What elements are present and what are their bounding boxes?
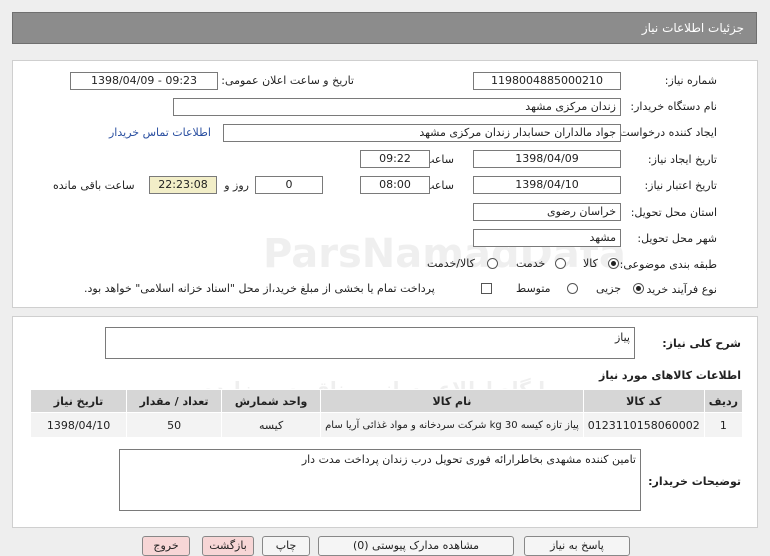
buyer-contact-link[interactable]: اطلاعات تماس خریدار: [109, 126, 211, 139]
need-info-panel: ParsNamadData شماره نیاز: 11980048850002…: [12, 60, 758, 308]
cell-item-code: 0123110158060002: [582, 412, 705, 438]
buyer-notes-field: تامین کننده مشهدی بخاطرارائه فوری تحویل …: [119, 449, 641, 511]
category-option-goods-service: کالا/خدمت: [427, 257, 475, 270]
items-table: ردیف کد کالا نام کالا واحد شمارش تعداد /…: [29, 389, 744, 438]
buyer-notes-label: توضیحات خریدار:: [648, 475, 741, 488]
process-option-medium: متوسط: [516, 282, 551, 295]
category-label: طبقه بندی موضوعی:: [619, 258, 717, 271]
treasury-note: پرداخت تمام یا بخشی از مبلغ خرید،از محل …: [84, 282, 435, 295]
exit-button[interactable]: خروج: [142, 536, 190, 556]
remaining-time-field: 22:23:08: [149, 176, 217, 194]
process-option-minor: جزیی: [596, 282, 622, 295]
city-field: مشهد: [473, 229, 621, 247]
cell-item-name: پیاز تازه کیسه 30 kg شرکت سردخانه و مواد…: [320, 412, 584, 438]
buyer-org-field: زندان مرکزی مشهد: [173, 98, 621, 116]
need-details-panel: مرکز فرآوری اطلاعات پارس نماد داده ها پا…: [12, 316, 758, 528]
process-label: نوع فرآیند خرید :: [639, 283, 717, 296]
view-attachments-button[interactable]: مشاهده مدارک پیوستی (0): [318, 536, 514, 556]
page-title-bar: جزئیات اطلاعات نیاز: [12, 12, 757, 44]
category-radio-goods-service[interactable]: [487, 258, 498, 269]
page-title: جزئیات اطلاعات نیاز: [641, 21, 744, 35]
buyer-org-label: نام دستگاه خریدار:: [630, 100, 717, 113]
creator-label: ایجاد کننده درخواست:: [615, 126, 717, 139]
table-row[interactable]: 1 0123110158060002 پیاز تازه کیسه 30 kg …: [29, 412, 744, 438]
category-option-service: خدمت: [516, 257, 546, 270]
col-row-number: ردیف: [703, 389, 744, 413]
province-label: استان محل تحویل:: [630, 206, 717, 219]
need-number-field: 1198004885000210: [473, 72, 621, 90]
creator-field: جواد مالداران حسابدار زندان مرکزی مشهد: [223, 124, 621, 142]
valid-date-field: 1398/04/10: [473, 176, 621, 194]
process-radio-minor[interactable]: [633, 283, 644, 294]
cell-row-number: 1: [703, 412, 744, 438]
days-field: 0: [255, 176, 323, 194]
remaining-label: ساعت باقی مانده: [53, 179, 135, 192]
announce-field: 1398/04/09 - 09:23: [70, 72, 218, 90]
need-number-label: شماره نیاز:: [664, 74, 717, 87]
category-option-goods: کالا: [583, 257, 598, 270]
col-item-code: کد کالا: [582, 389, 705, 413]
created-date-field: 1398/04/09: [473, 150, 621, 168]
col-need-date: تاریخ نیاز: [29, 389, 128, 413]
created-date-label: تاریخ ایجاد نیاز:: [647, 153, 717, 166]
created-time-field: 09:22: [360, 150, 430, 168]
treasury-checkbox[interactable]: [481, 283, 492, 294]
back-button[interactable]: بازگشت: [202, 536, 254, 556]
items-section-title: اطلاعات کالاهای مورد نیاز: [599, 369, 741, 382]
summary-field: پیاز: [105, 327, 635, 359]
province-field: خراسان رضوی: [473, 203, 621, 221]
respond-button[interactable]: پاسخ به نیاز: [524, 536, 630, 556]
col-quantity: تعداد / مقدار: [126, 389, 223, 413]
summary-label: شرح کلی نیاز:: [662, 337, 741, 350]
col-unit: واحد شمارش: [221, 389, 322, 413]
col-item-name: نام کالا: [320, 389, 584, 413]
cell-quantity: 50: [126, 412, 223, 438]
cell-unit: کیسه: [221, 412, 322, 438]
days-label: روز و: [224, 179, 249, 192]
category-radio-goods[interactable]: [608, 258, 619, 269]
city-label: شهر محل تحویل:: [637, 232, 717, 245]
print-button[interactable]: چاپ: [262, 536, 310, 556]
announce-label: تاریخ و ساعت اعلان عمومی:: [221, 74, 354, 87]
valid-time-field: 08:00: [360, 176, 430, 194]
valid-date-label: تاریخ اعتبار نیاز:: [644, 179, 717, 192]
items-header-row: ردیف کد کالا نام کالا واحد شمارش تعداد /…: [29, 389, 744, 413]
process-radio-medium[interactable]: [567, 283, 578, 294]
category-radio-service[interactable]: [555, 258, 566, 269]
cell-need-date: 1398/04/10: [29, 412, 128, 438]
